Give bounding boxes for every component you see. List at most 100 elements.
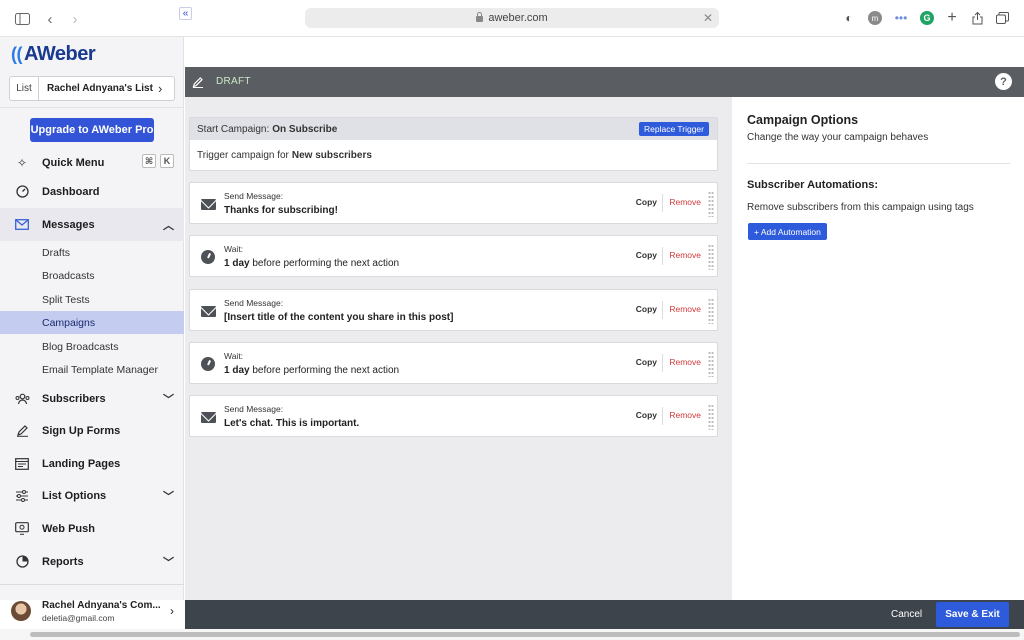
drag-handle-icon[interactable] [708, 404, 714, 430]
clear-url-icon[interactable]: ✕ [703, 11, 713, 25]
copy-button[interactable]: Copy [636, 357, 657, 367]
list-selector[interactable]: List Rachel Adnyana's List › [9, 76, 175, 101]
sidebar-subitem-campaigns[interactable]: Campaigns [0, 311, 184, 334]
sidebar-subitem-split-tests[interactable]: Split Tests [0, 288, 184, 311]
sidebar-item-subscribers[interactable]: Subscribers ﹀ [0, 382, 184, 415]
trigger-card[interactable]: Start Campaign: On Subscribe Replace Tri… [189, 117, 718, 171]
step-type-label: Send Message: [224, 298, 284, 308]
divider [662, 194, 663, 212]
step-card[interactable]: Send Message: Thanks for subscribing! Co… [189, 182, 718, 224]
copy-button[interactable]: Copy [636, 410, 657, 420]
back-icon[interactable]: ‹ [41, 10, 59, 28]
drag-handle-icon[interactable] [708, 191, 714, 217]
sidebar: (( AWeber List Rachel Adnyana's List › U… [0, 37, 184, 623]
chevron-up-icon: ︿ [163, 219, 174, 232]
forward-icon[interactable]: › [66, 10, 84, 28]
envelope-icon [14, 217, 30, 233]
aweber-logo[interactable]: (( AWeber [11, 43, 96, 65]
browser-toolbar: ‹ › aweber.com ✕ ◐ m ••• G + [0, 0, 1024, 37]
sidebar-subitem-email-template-manager[interactable]: Email Template Manager [0, 358, 184, 381]
upgrade-button[interactable]: Upgrade to AWeber Pro [30, 118, 154, 142]
address-bar[interactable]: aweber.com ✕ [305, 8, 719, 28]
shield-icon[interactable]: ◐ [842, 9, 856, 27]
help-icon[interactable]: ? [995, 73, 1012, 90]
save-exit-button[interactable]: Save & Exit [936, 602, 1009, 627]
edit-pencil-icon[interactable] [191, 75, 205, 89]
trigger-prefix: Start Campaign: [197, 123, 270, 135]
drag-handle-icon[interactable] [708, 244, 714, 270]
new-tab-icon[interactable]: + [945, 9, 959, 27]
step-title: Let's chat. This is important. [224, 418, 360, 429]
step-card[interactable]: Send Message: Let's chat. This is import… [189, 395, 718, 437]
sidebar-item-landing-pages[interactable]: Landing Pages [0, 447, 184, 480]
remove-button[interactable]: Remove [669, 304, 701, 314]
pen-icon [14, 423, 30, 439]
step-card[interactable]: Wait: 1 day before performing the next a… [189, 235, 718, 277]
clock-icon [200, 356, 216, 372]
automations-description: Remove subscribers from this campaign us… [747, 202, 974, 213]
collapse-sidebar-icon[interactable]: « [179, 7, 192, 20]
copy-button[interactable]: Copy [636, 304, 657, 314]
copy-button[interactable]: Copy [636, 197, 657, 207]
subscribers-icon [14, 391, 30, 407]
status-badge: DRAFT [216, 76, 251, 87]
drag-handle-icon[interactable] [708, 351, 714, 377]
step-type-label: Send Message: [224, 191, 284, 201]
url-text: aweber.com [488, 12, 548, 24]
step-title: [Insert title of the content you share i… [224, 312, 454, 323]
remove-button[interactable]: Remove [669, 250, 701, 260]
remove-button[interactable]: Remove [669, 357, 701, 367]
shortcut-key-cmd: ⌘ [142, 154, 156, 168]
divider [662, 247, 663, 265]
sidebar-item-dashboard[interactable]: Dashboard [0, 175, 184, 208]
step-title: 1 day before performing the next action [224, 365, 400, 376]
envelope-icon [200, 409, 216, 425]
nav-label: Landing Pages [42, 457, 121, 470]
panel-title: Campaign Options [747, 113, 859, 127]
trigger-header: Start Campaign: On Subscribe [190, 118, 717, 140]
nav-label: Reports [42, 555, 84, 568]
scrollbar-thumb[interactable] [30, 632, 1020, 637]
list-name: Rachel Adnyana's List [47, 83, 153, 94]
sidebar-item-reports[interactable]: Reports ﹀ [0, 545, 184, 578]
chevron-right-icon: › [158, 81, 163, 96]
profile-m-icon[interactable]: m [868, 11, 882, 25]
top-strip [185, 37, 1024, 67]
sidebar-subitem-broadcasts[interactable]: Broadcasts [0, 264, 184, 287]
add-automation-button[interactable]: + Add Automation [748, 223, 827, 240]
step-type-label: Wait: [224, 244, 244, 254]
divider [662, 407, 663, 425]
copy-button[interactable]: Copy [636, 250, 657, 260]
campaign-options-panel: Campaign Options Change the way your cam… [732, 97, 1024, 600]
step-title: 1 day before performing the next action [224, 258, 400, 269]
share-icon[interactable] [970, 9, 984, 27]
replace-trigger-button[interactable]: Replace Trigger [638, 122, 709, 136]
grammarly-icon[interactable]: G [920, 11, 934, 25]
remove-button[interactable]: Remove [669, 197, 701, 207]
automations-title: Subscriber Automations: [747, 179, 878, 191]
panel-description: Change the way your campaign behaves [747, 132, 929, 143]
nav-label: Dashboard [42, 185, 100, 198]
sidebar-item-sign-up-forms[interactable]: Sign Up Forms [0, 414, 184, 447]
clock-icon [200, 249, 216, 265]
trigger-body: Trigger campaign for New subscribers [190, 140, 717, 171]
envelope-icon [200, 303, 216, 319]
sliders-icon [14, 488, 30, 504]
cancel-button[interactable]: Cancel [891, 609, 922, 620]
sidebar-toggle-icon[interactable] [13, 10, 31, 28]
password-dots-icon[interactable]: ••• [893, 9, 909, 27]
sidebar-subitem-blog-broadcasts[interactable]: Blog Broadcasts [0, 335, 184, 358]
tabs-overview-icon[interactable] [995, 9, 1009, 27]
drag-handle-icon[interactable] [708, 298, 714, 324]
step-card[interactable]: Send Message: [Insert title of the conte… [189, 289, 718, 331]
chevron-down-icon: ﹀ [163, 490, 174, 503]
footer-bar: Cancel Save & Exit [185, 600, 1024, 629]
remove-button[interactable]: Remove [669, 410, 701, 420]
sidebar-item-list-options[interactable]: List Options ﹀ [0, 479, 184, 512]
sidebar-subitem-drafts[interactable]: Drafts [0, 241, 184, 264]
trigger-event: On Subscribe [272, 123, 338, 135]
divider [0, 107, 184, 108]
sidebar-item-web-push[interactable]: Web Push [0, 512, 184, 545]
sidebar-item-messages[interactable]: Messages ︿ [0, 208, 184, 241]
step-card[interactable]: Wait: 1 day before performing the next a… [189, 342, 718, 384]
